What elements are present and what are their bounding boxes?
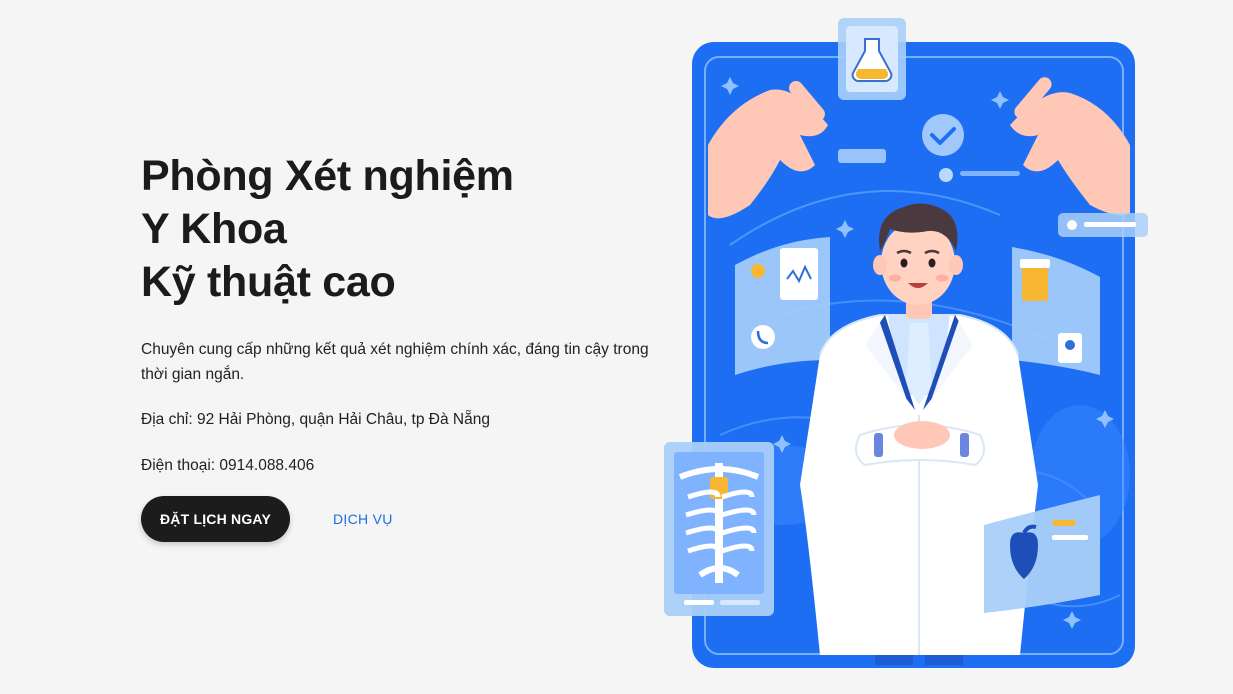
hero-illustration xyxy=(660,15,1155,675)
doctor-illustration xyxy=(664,18,1148,668)
phone-text: Điện thoại: 0914.088.406 xyxy=(141,457,315,474)
title-line-2: Y Khoa xyxy=(141,205,287,253)
page-title: Phòng Xét nghiệm Y Khoa Kỹ thuật cao xyxy=(141,150,651,309)
check-icon xyxy=(922,114,964,156)
address-text: Địa chỉ: 92 Hải Phòng, quận Hải Châu, tp… xyxy=(141,411,490,428)
book-now-button[interactable]: ĐẶT LỊCH NGAY xyxy=(141,496,290,542)
medical-report-icon xyxy=(735,237,830,375)
flask-icon xyxy=(838,18,906,100)
hero-content: Phòng Xét nghiệm Y Khoa Kỹ thuật cao Chu… xyxy=(141,150,651,478)
title-line-1: Phòng Xét nghiệm xyxy=(141,152,514,200)
hero-description: Chuyên cung cấp những kết quả xét nghiệm… xyxy=(141,341,649,383)
title-line-3: Kỹ thuật cao xyxy=(141,258,396,306)
services-link[interactable]: DỊCH VỤ xyxy=(333,511,393,527)
hero-actions: ĐẶT LỊCH NGAY DỊCH VỤ xyxy=(141,496,393,542)
xray-card xyxy=(664,442,774,616)
